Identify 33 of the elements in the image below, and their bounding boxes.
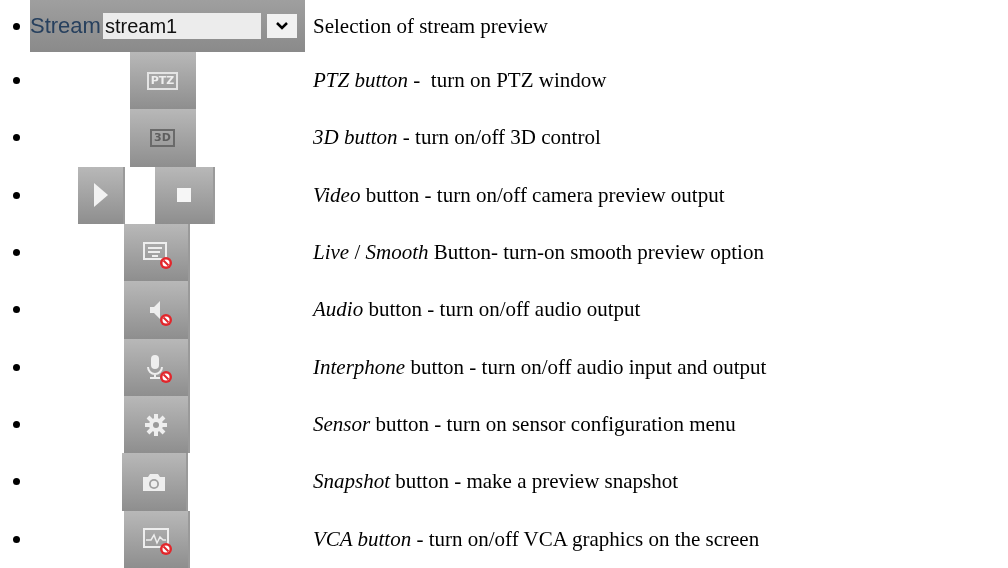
play-icon: [93, 183, 108, 208]
description-text: Interphone button - turn on/off audio input and output: [313, 354, 768, 380]
bullet-icon: [12, 363, 20, 371]
vca-button[interactable]: [123, 510, 190, 568]
caret-icon: [276, 22, 288, 30]
bullet-icon: [12, 306, 20, 314]
ptz-button[interactable]: PTZ: [129, 52, 196, 110]
3d-button[interactable]: 3D: [129, 109, 196, 167]
bullet-icon: [12, 77, 20, 85]
description-text: Selection of stream preview: [313, 13, 549, 39]
bullet-icon: [12, 249, 20, 257]
bullet-icon: [12, 191, 20, 199]
description-text: PTZ button - turn on PTZ window: [313, 68, 608, 94]
sensor-button[interactable]: [123, 396, 190, 454]
description-text: Snapshot button - make a preview snapshot: [313, 469, 680, 495]
bullet-icon: [12, 134, 20, 142]
smooth-button[interactable]: [123, 224, 190, 282]
stop-button[interactable]: [155, 166, 215, 224]
bullet-icon: [12, 478, 20, 486]
audio-button[interactable]: [123, 281, 190, 339]
bullet-icon: [12, 535, 20, 543]
description-text: VCA button - turn on/off VCA graphics on the screen: [313, 526, 761, 552]
description-text: Live / Smooth Button- turn-on smooth preview option: [313, 240, 765, 266]
description-text: Video button - turn on/off camera preview output: [313, 182, 726, 208]
bullet-icon: [12, 22, 20, 30]
stream-label: Stream: [30, 13, 101, 39]
description-text: Audio button - turn on/off audio output: [313, 297, 642, 323]
bullet-icon: [12, 421, 20, 429]
snapshot-button[interactable]: [121, 453, 188, 511]
interphone-button[interactable]: [123, 338, 190, 396]
description-text: 3D button - turn on/off 3D control: [313, 125, 602, 151]
play-button[interactable]: [78, 166, 125, 224]
description-text: Sensor button - turn on sensor configuration menu: [313, 412, 737, 438]
